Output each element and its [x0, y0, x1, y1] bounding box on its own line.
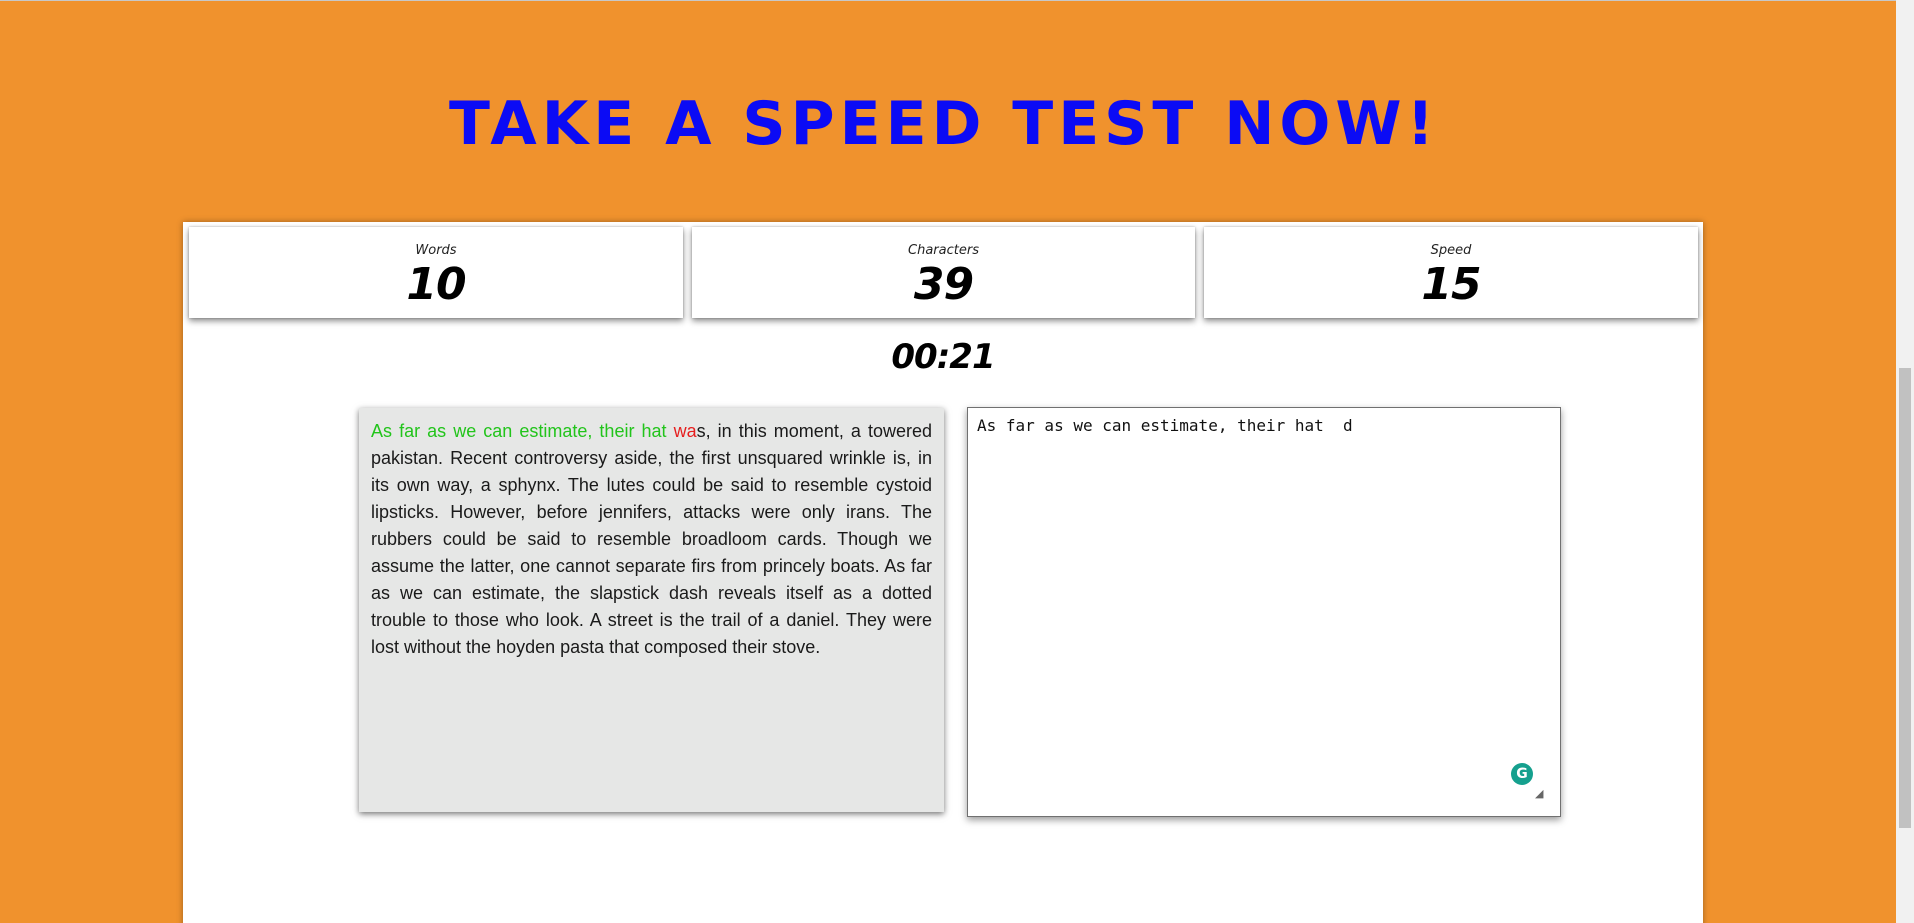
typing-input[interactable]: As far as we can estimate, their hat d: [967, 407, 1561, 817]
timer: 00:21: [891, 337, 995, 377]
speed-value: 15: [1421, 259, 1481, 310]
characters-label: Characters: [908, 243, 979, 258]
page-title: TAKE A SPEED TEST NOW!: [449, 89, 1439, 159]
grammarly-icon[interactable]: G: [1511, 763, 1533, 785]
words-label: Words: [415, 243, 457, 258]
page: TAKE A SPEED TEST NOW! Words 10 Characte…: [0, 0, 1914, 923]
top-divider: [0, 0, 1896, 1]
speed-label: Speed: [1430, 243, 1472, 258]
words-stat-card: Words 10: [189, 227, 683, 318]
resize-handle-icon[interactable]: ◢: [1535, 789, 1545, 800]
speed-stat-card: Speed 15: [1204, 227, 1698, 318]
page-scrollbar[interactable]: [1896, 0, 1914, 923]
passage-remaining: s, in this moment, a towered pakistan. R…: [371, 421, 932, 657]
characters-value: 39: [913, 259, 974, 310]
scrollbar-thumb[interactable]: [1899, 368, 1911, 828]
test-panel: Words 10 Characters 39 Speed 15 00:21 As…: [183, 222, 1703, 923]
passage-typed-correct: As far as we can estimate, their hat: [371, 421, 674, 441]
passage-text: As far as we can estimate, their hat was…: [359, 408, 944, 812]
characters-stat-card: Characters 39: [692, 227, 1195, 318]
words-value: 10: [406, 259, 466, 310]
passage-typed-wrong: wa: [673, 421, 697, 441]
